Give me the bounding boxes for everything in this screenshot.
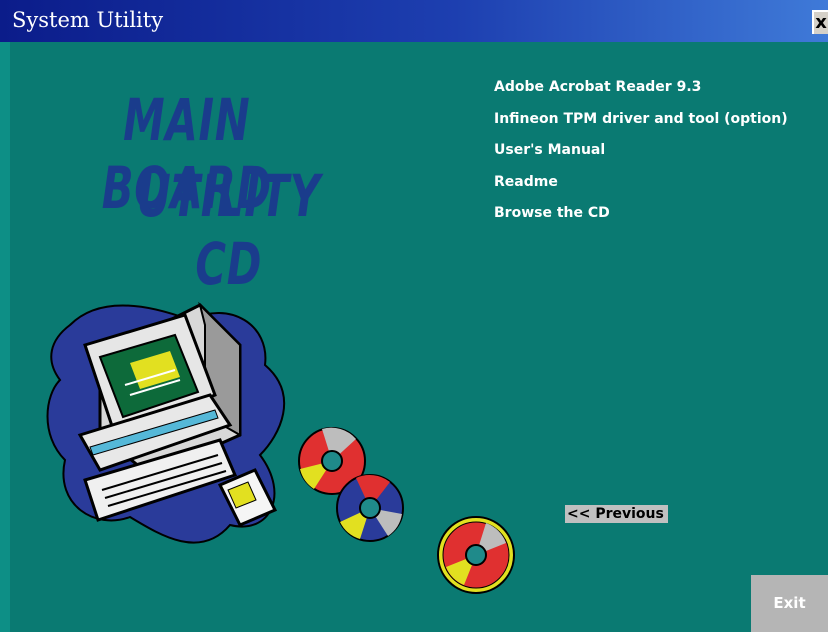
left-border: [0, 42, 10, 632]
exit-button[interactable]: Exit: [751, 575, 828, 632]
close-button[interactable]: x: [812, 10, 828, 34]
menu-item-acrobat-reader[interactable]: Adobe Acrobat Reader 9.3: [494, 80, 788, 112]
menu-item-users-manual[interactable]: User's Manual: [494, 143, 788, 175]
window-title: System Utility: [12, 8, 164, 32]
banner-line-2: UTILITY CD: [136, 162, 321, 298]
title-bar: System Utility x: [0, 0, 828, 42]
menu-item-browse-cd[interactable]: Browse the CD: [494, 206, 788, 238]
previous-button[interactable]: << Previous: [565, 505, 668, 523]
menu-item-tpm-driver[interactable]: Infineon TPM driver and tool (option): [494, 112, 788, 144]
computer-clipart-icon: [46, 301, 515, 594]
install-menu: Adobe Acrobat Reader 9.3 Infineon TPM dr…: [494, 80, 788, 238]
menu-item-readme[interactable]: Readme: [494, 175, 788, 207]
